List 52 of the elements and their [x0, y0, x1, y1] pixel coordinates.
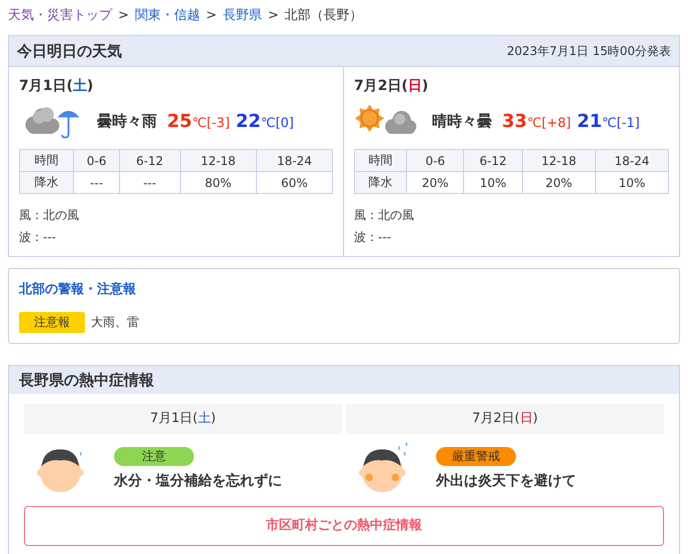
section-title: 今日明日の天気 — [17, 42, 122, 60]
heatstroke-link-button[interactable]: 市区町村ごとの熱中症情報 — [24, 506, 664, 546]
wind-text: 風：北の風 — [19, 207, 80, 224]
table-cell: 降水 — [354, 172, 407, 194]
wave-text: 波：--- — [19, 229, 57, 246]
table-cell: 10% — [464, 172, 522, 194]
table-cell: 60% — [256, 172, 332, 194]
date-label: 7月2日(日) — [354, 77, 430, 95]
table-header-cell: 12-18 — [180, 150, 256, 172]
warning-text: 大雨、雷 — [91, 314, 139, 331]
table-cell: --- — [119, 172, 180, 194]
table-cell: 降水 — [20, 172, 74, 194]
low-temperature: 21℃[-1] — [576, 110, 640, 132]
date-label: 7月1日(土) — [19, 77, 94, 95]
breadcrumb-separator: > — [268, 8, 279, 22]
breadcrumb-separator: > — [206, 8, 217, 22]
table-header-cell: 6-12 — [464, 150, 522, 172]
table-cell: 20% — [522, 172, 596, 194]
issued-time: 2023年7月1日 15時00分発表 — [506, 42, 671, 60]
warnings-title: 北部の警報・注意報 — [19, 280, 137, 299]
section-title: 長野県の熱中症情報 — [19, 370, 154, 390]
weather-text: 晴時々曇 — [432, 112, 492, 130]
level-badge: 厳重警戒 — [436, 446, 516, 466]
table-header-cell: 時間 — [354, 150, 407, 172]
low-temperature: 22℃[0] — [236, 110, 294, 132]
table-header-cell: 12-18 — [522, 150, 596, 172]
table-cell: 20% — [406, 172, 464, 194]
table-cell: 10% — [595, 172, 668, 194]
advice-text: 水分・塩分補給を忘れずに — [114, 472, 282, 490]
level-badge: 注意 — [114, 446, 194, 466]
advice-text: 外出は炎天下を避けて — [436, 472, 576, 490]
breadcrumb-current: 北部（長野） — [284, 7, 363, 24]
wave-text: 波：--- — [354, 229, 392, 246]
table-header-cell: 18-24 — [256, 150, 332, 172]
table-header-cell: 18-24 — [595, 150, 668, 172]
table-header-cell: 6-12 — [119, 150, 180, 172]
breadcrumb-link[interactable]: 長野県 — [222, 6, 262, 24]
breadcrumb-link[interactable]: 関東・信越 — [134, 6, 200, 24]
date-header: 7月1日(土) — [24, 404, 342, 434]
weather-text: 曇時々雨 — [97, 112, 157, 130]
high-temperature: 25℃[-3] — [167, 110, 230, 132]
date-header: 7月2日(日) — [346, 404, 664, 434]
advisory-badge: 注意報 — [19, 312, 85, 332]
table-cell: 80% — [180, 172, 256, 194]
table-header-cell: 0-6 — [74, 150, 120, 172]
table-header-cell: 0-6 — [406, 150, 464, 172]
wind-text: 風：北の風 — [354, 207, 415, 224]
table-cell: --- — [74, 172, 120, 194]
table-header-cell: 時間 — [20, 150, 74, 172]
breadcrumb-separator: > — [118, 8, 129, 22]
breadcrumb-link[interactable]: 天気・災害トップ — [8, 6, 112, 24]
high-temperature: 33℃[+8] — [502, 110, 571, 132]
